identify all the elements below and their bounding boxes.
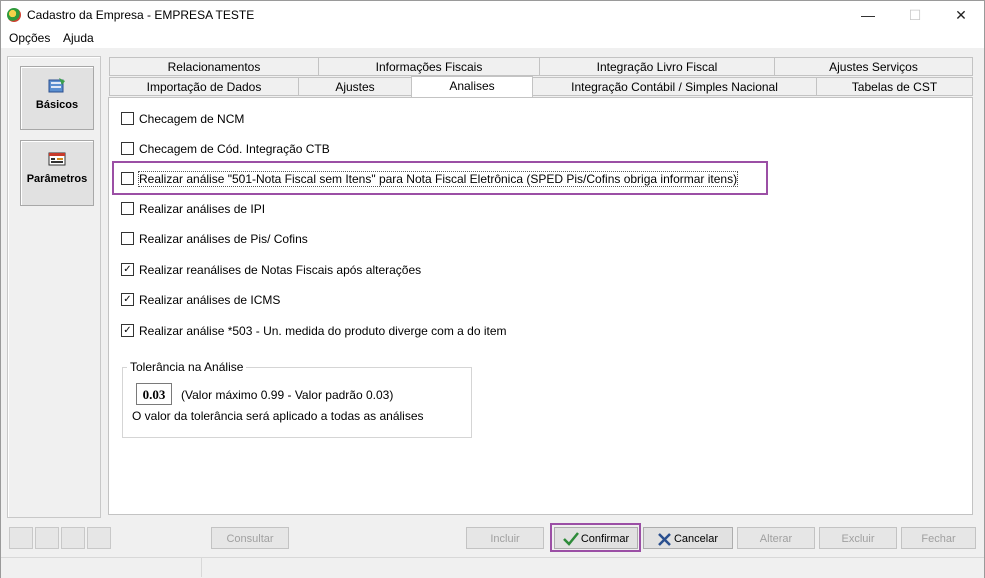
consultar-button[interactable]: Consultar	[211, 527, 289, 549]
checkbox[interactable]	[121, 232, 134, 246]
button-label: Confirmar	[580, 533, 630, 545]
app-logo-icon	[7, 8, 21, 22]
status-segment	[1, 557, 202, 577]
check-cod-integracao-ctb[interactable]: Checagem de Cód. Integração CTB	[121, 141, 330, 157]
check-analises-ipi[interactable]: Realizar análises de IPI	[121, 201, 265, 217]
tab-analises[interactable]: Analises	[411, 76, 533, 97]
tolerance-input[interactable]: 0.03	[136, 383, 172, 405]
fechar-button[interactable]: Fechar	[901, 527, 976, 549]
checkbox[interactable]	[121, 172, 134, 186]
menu-bar: Opções Ajuda	[1, 29, 984, 48]
menu-opcoes[interactable]: Opções	[9, 31, 50, 45]
check-label: Realizar análises de IPI	[139, 202, 266, 216]
tab-ajustes-servicos[interactable]: Ajustes Serviços	[774, 57, 973, 76]
basic-data-icon	[48, 78, 65, 93]
check-icon	[562, 532, 579, 546]
tab-relacionamentos[interactable]: Relacionamentos	[109, 57, 319, 76]
nav-prev-button[interactable]	[35, 527, 59, 549]
sidebar-item-label: Básicos	[35, 99, 79, 111]
app-window: Cadastro da Empresa - EMPRESA TESTE — ☐ …	[0, 0, 985, 578]
button-label: Consultar	[226, 533, 274, 545]
alterar-button[interactable]: Alterar	[737, 527, 815, 549]
check-analises-pis-cofins[interactable]: Realizar análises de Pis/ Cofins	[121, 231, 308, 247]
button-label: Fechar	[921, 533, 956, 545]
check-ncm[interactable]: Checagem de NCM	[121, 111, 244, 127]
button-label: Alterar	[759, 533, 793, 545]
tab-importacao-de-dados[interactable]: Importação de Dados	[109, 77, 299, 96]
tab-informacoes-fiscais[interactable]: Informações Fiscais	[318, 57, 540, 76]
check-label: Realizar análises de ICMS	[139, 293, 281, 307]
sidebar-item-label: Parâmetros	[26, 173, 88, 185]
check-label: Checagem de NCM	[139, 112, 245, 126]
check-label: Realizar análises de Pis/ Cofins	[139, 232, 308, 246]
checkbox[interactable]	[121, 142, 134, 156]
close-button[interactable]: ✕	[938, 1, 984, 29]
tab-integracao-livro-fiscal[interactable]: Integração Livro Fiscal	[539, 57, 775, 76]
checkbox-checked[interactable]: ✓	[121, 263, 134, 277]
sidebar-item-basicos[interactable]: Básicos	[20, 66, 94, 130]
excluir-button[interactable]: Excluir	[819, 527, 897, 549]
checkbox[interactable]	[121, 202, 134, 216]
tab-tabelas-de-cst[interactable]: Tabelas de CST	[816, 77, 973, 96]
check-label: Checagem de Cód. Integração CTB	[139, 142, 330, 156]
checkbox-checked[interactable]: ✓	[121, 324, 134, 338]
tolerance-group-title: Tolerância na Análise	[127, 360, 247, 374]
button-label: Incluir	[490, 533, 520, 545]
check-label: Realizar reanálises de Notas Fiscais apó…	[139, 263, 422, 277]
tolerance-hint: (Valor máximo 0.99 - Valor padrão 0.03)	[181, 388, 394, 402]
sidebar: Básicos Parâmetros	[7, 56, 101, 518]
nav-last-button[interactable]	[87, 527, 111, 549]
checkbox[interactable]	[121, 112, 134, 126]
menu-ajuda[interactable]: Ajuda	[63, 31, 94, 45]
nav-first-button[interactable]	[9, 527, 33, 549]
cancelar-button[interactable]: Cancelar	[643, 527, 733, 549]
check-analise-503[interactable]: ✓ Realizar análise *503 - Un. medida do p…	[121, 323, 507, 339]
check-label: Realizar análise *503 - Un. medida do pr…	[139, 324, 507, 338]
sidebar-item-parametros[interactable]: Parâmetros	[20, 140, 94, 206]
confirmar-button[interactable]: Confirmar	[554, 527, 638, 549]
title-bar: Cadastro da Empresa - EMPRESA TESTE — ☐ …	[1, 1, 984, 29]
cancel-x-icon	[658, 532, 671, 546]
check-analises-icms[interactable]: ✓ Realizar análises de ICMS	[121, 292, 280, 308]
tolerance-group	[122, 367, 472, 438]
minimize-button[interactable]: —	[845, 1, 891, 29]
check-label: Realizar análise "501-Nota Fiscal sem It…	[137, 171, 739, 187]
check-analise-501[interactable]: Realizar análise "501-Nota Fiscal sem It…	[121, 171, 739, 187]
incluir-button[interactable]: Incluir	[466, 527, 544, 549]
nav-next-button[interactable]	[61, 527, 85, 549]
tab-integracao-contabil[interactable]: Integração Contábil / Simples Nacional	[532, 77, 817, 96]
check-reanalises[interactable]: ✓ Realizar reanálises de Notas Fiscais ap…	[121, 262, 421, 278]
button-label: Excluir	[841, 533, 875, 545]
parameters-icon	[48, 152, 66, 166]
checkbox-checked[interactable]: ✓	[121, 293, 134, 307]
button-label: Cancelar	[673, 533, 719, 545]
tolerance-note: O valor da tolerância será aplicado a to…	[132, 409, 424, 423]
window-title: Cadastro da Empresa - EMPRESA TESTE	[27, 8, 255, 22]
maximize-button[interactable]: ☐	[892, 1, 938, 29]
tab-ajustes[interactable]: Ajustes	[298, 77, 412, 96]
